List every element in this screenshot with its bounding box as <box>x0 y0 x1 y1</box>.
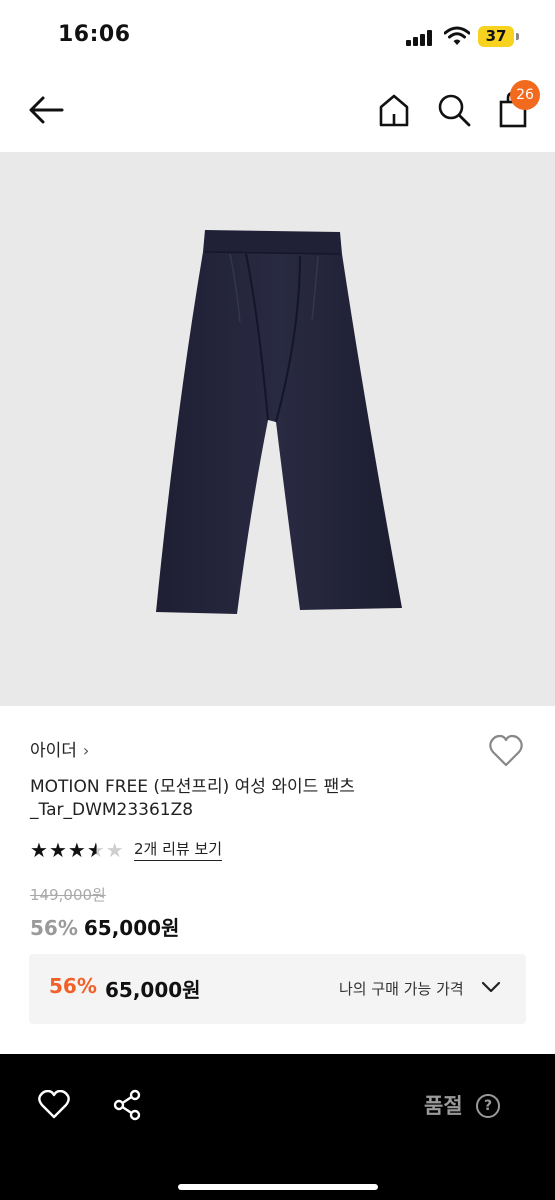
bottom-action-bar: 품절 ? <box>0 1054 555 1200</box>
product-title-line1: MOTION FREE (모션프리) 여성 와이드 팬츠 <box>30 777 355 797</box>
chevron-right-icon: › <box>82 741 90 760</box>
buybox-price: 65,000원 <box>105 978 201 1002</box>
wifi-icon <box>444 26 470 45</box>
discount-rate: 56% <box>30 916 78 940</box>
cart-count-badge: 26 <box>510 80 540 110</box>
battery-tip <box>516 33 519 40</box>
star-icon: ★ <box>67 838 87 862</box>
status-time: 16:06 <box>58 22 131 47</box>
buybox-discount: 56% <box>49 974 97 998</box>
star-half-icon: ★ <box>86 838 106 862</box>
wide-pants-image <box>156 230 402 614</box>
home-icon[interactable] <box>378 92 410 128</box>
home-indicator <box>178 1184 378 1190</box>
star-icon: ★ <box>48 838 68 862</box>
purchasable-price-box[interactable]: 56% 65,000원 나의 구매 가능 가격 <box>29 954 526 1024</box>
product-image[interactable] <box>0 152 555 706</box>
star-icon: ★ <box>105 838 125 862</box>
back-arrow-icon[interactable] <box>26 92 66 128</box>
original-price: 149,000원 <box>30 886 106 904</box>
sale-price-row: 56% 65,000원 <box>30 912 179 941</box>
top-nav <box>0 72 555 152</box>
brand-name: 아이더 <box>30 741 77 761</box>
sold-out-label: 품절 <box>424 1094 463 1118</box>
star-icon: ★ <box>30 838 49 862</box>
search-icon[interactable] <box>436 92 472 128</box>
brand-link[interactable]: 아이더 › <box>30 736 89 761</box>
buybox-label: 나의 구매 가능 가격 <box>339 980 464 998</box>
chevron-down-icon[interactable] <box>481 980 501 994</box>
status-bar: 16:06 37 <box>0 0 555 72</box>
review-link[interactable]: 2개 리뷰 보기 <box>134 838 223 861</box>
product-title-line2: _Tar_DWM23361Z8 <box>30 800 194 820</box>
cellular-signal-icon <box>406 30 436 46</box>
heart-icon[interactable] <box>38 1090 70 1120</box>
rating-stars: ★★★★★ <box>30 838 125 862</box>
battery-indicator: 37 <box>478 26 514 47</box>
share-icon[interactable] <box>112 1089 142 1121</box>
help-icon[interactable]: ? <box>476 1094 500 1118</box>
sale-price: 65,000원 <box>83 916 180 940</box>
wishlist-heart-icon[interactable] <box>488 734 524 768</box>
